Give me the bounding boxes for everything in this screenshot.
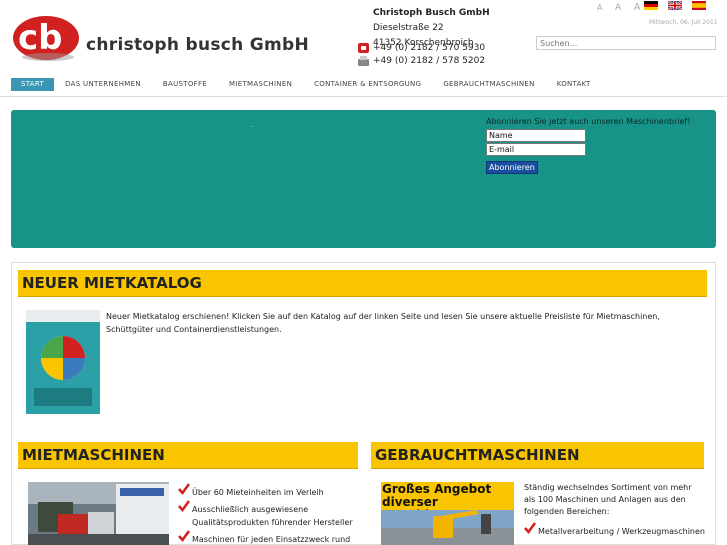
nav-start[interactable]: START: [11, 78, 55, 91]
language-selector: [644, 1, 706, 10]
catalog-description: Neuer Mietkatalog erschienen! Klicken Si…: [106, 312, 660, 334]
brand-name: christoph busch GmbH: [86, 35, 310, 55]
phone-number: +49 (0) 2182 / 570 5930: [373, 43, 486, 53]
list-item: Ausschließlich ausgewiesene Qualitätspro…: [178, 500, 358, 529]
newsletter-title: Abonnieren Sie jetzt auch unseren Maschi…: [486, 117, 691, 126]
list-item: Über 60 Mieteinheiten im Verleih: [178, 483, 358, 499]
company-logo[interactable]: cb: [10, 13, 80, 63]
rental-machines-photo[interactable]: [28, 482, 169, 545]
nav-used-machines[interactable]: GEBRAUCHTMASCHINEN: [432, 78, 545, 91]
phone-line: +49 (0) 2182 / 570 5930: [358, 43, 485, 53]
nav-rental-machines[interactable]: MIETMASCHINEN: [218, 78, 303, 91]
flag-es-icon[interactable]: [692, 1, 706, 10]
list-item: Maschinen für jeden Einsatzzweck rund um: [178, 530, 358, 545]
used-machines-photo[interactable]: Großes Angebot diverser Maschinen: [381, 482, 514, 545]
font-size-medium[interactable]: A: [615, 3, 626, 13]
font-size-small[interactable]: A: [597, 3, 607, 12]
checkmark-icon: [178, 483, 190, 495]
nav-company[interactable]: DAS UNTERNEHMEN: [54, 78, 152, 91]
nav-building-materials[interactable]: BAUSTOFFE: [152, 78, 218, 91]
company-name: Christoph Busch GmbH: [373, 8, 490, 18]
used-points: Metallverarbeitung / Werkzeugmaschinen: [524, 522, 714, 542]
list-item: Metallverarbeitung / Werkzeugmaschinen: [524, 522, 714, 538]
street: Dieselstraße 22: [373, 23, 444, 33]
rental-heading: MIETMASCHINEN: [18, 442, 358, 469]
flag-de-icon[interactable]: [644, 1, 658, 10]
svg-text:cb: cb: [18, 18, 63, 58]
font-size-controls: A A A: [597, 2, 646, 13]
banner-dot: .: [251, 121, 254, 129]
hero-banner: .: [11, 110, 716, 248]
list-item-text: Metallverarbeitung / Werkzeugmaschinen: [538, 527, 705, 536]
flag-en-icon[interactable]: [668, 1, 682, 10]
list-item-text: Über 60 Mieteinheiten im Verleih: [192, 488, 324, 497]
subscribe-button[interactable]: Abonnieren: [486, 161, 538, 174]
nav-divider: [0, 96, 727, 97]
nav-container-disposal[interactable]: CONTAINER & ENTSORGUNG: [303, 78, 432, 91]
checkmark-icon: [178, 530, 190, 542]
catalog-heading: NEUER MIETKATALOG: [18, 270, 707, 297]
nav-contact[interactable]: KONTAKT: [546, 78, 602, 91]
list-item-text: Maschinen für jeden Einsatzzweck rund um: [192, 535, 351, 544]
phone-icon: [358, 43, 369, 53]
catalog-cover-image[interactable]: [26, 310, 100, 414]
current-date: Mittwoch, 06. Juli 2011: [649, 19, 718, 26]
fax-icon: [358, 56, 369, 66]
fax-number: +49 (0) 2182 / 578 5202: [373, 56, 486, 66]
list-item-text: Ausschließlich ausgewiesene Qualitätspro…: [192, 505, 353, 527]
checkmark-icon: [178, 500, 190, 512]
newsletter-email-input[interactable]: [486, 143, 586, 156]
machine-graphic: [381, 510, 514, 545]
rental-points: Über 60 Mieteinheiten im Verleih Ausschl…: [178, 483, 358, 545]
used-description: Ständig wechselndes Sortiment von mehr a…: [524, 483, 692, 516]
fax-line: +49 (0) 2182 / 578 5202: [358, 56, 485, 66]
newsletter-name-input[interactable]: [486, 129, 586, 142]
checkmark-icon: [524, 522, 536, 534]
search-input[interactable]: [536, 36, 716, 50]
main-nav: START DAS UNTERNEHMEN BAUSTOFFE MIETMASC…: [11, 78, 602, 91]
used-heading: GEBRAUCHTMASCHINEN: [371, 442, 704, 469]
